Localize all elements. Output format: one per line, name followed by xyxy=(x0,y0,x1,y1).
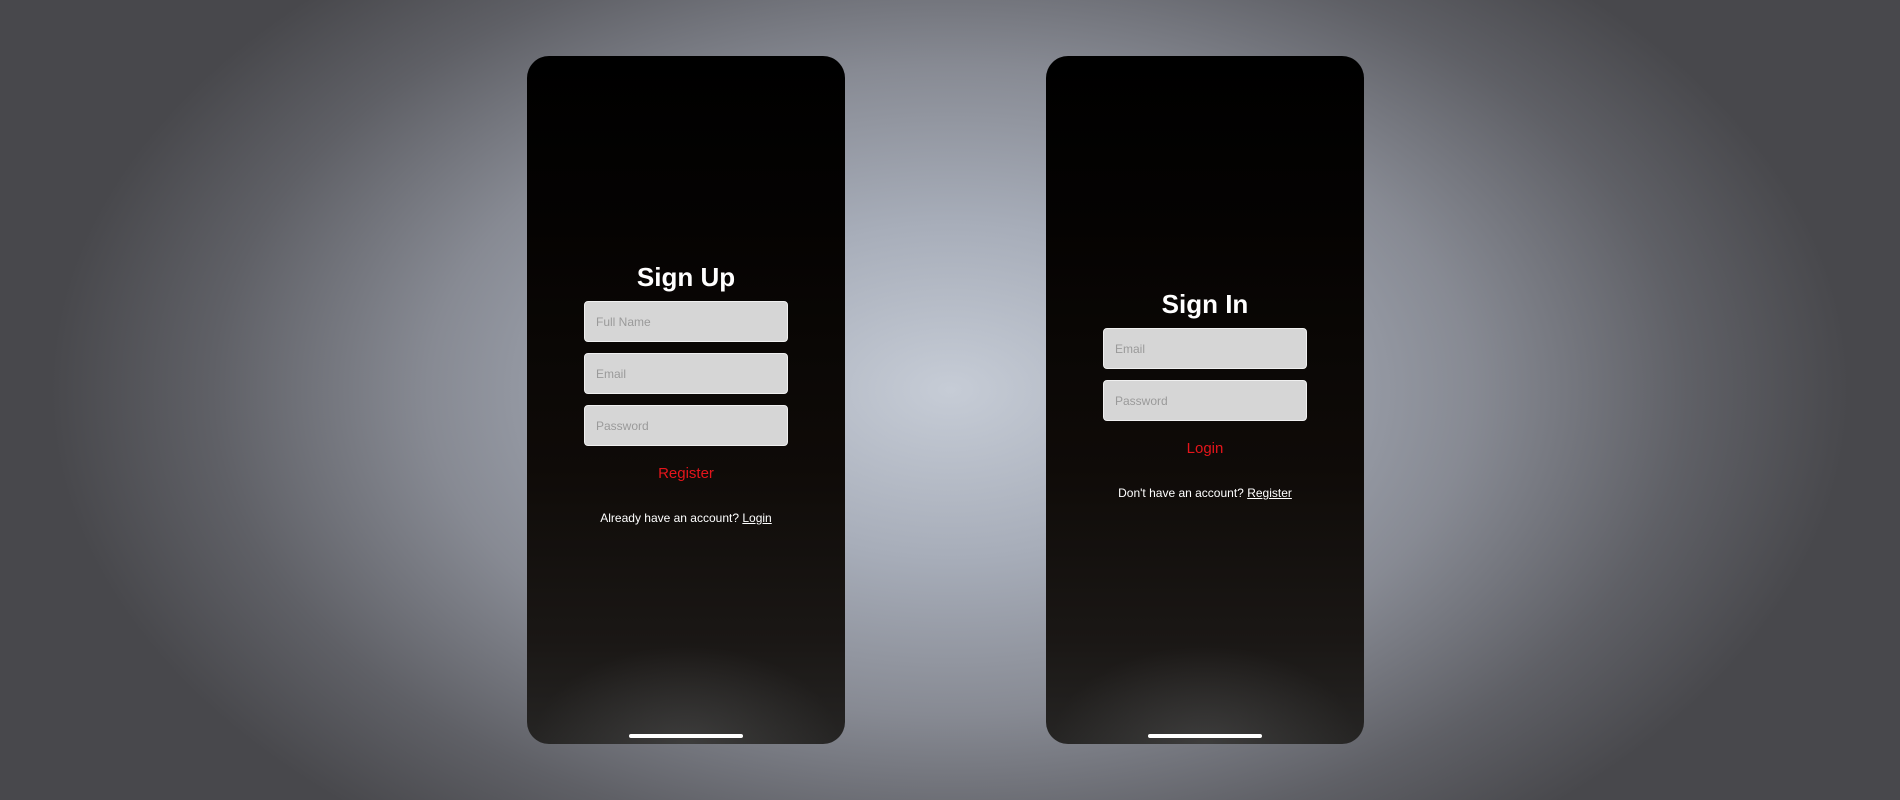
signin-screen: Sign In Login Don't have an account? Reg… xyxy=(1046,56,1364,744)
signup-switch-text: Already have an account? Login xyxy=(600,510,771,526)
login-link[interactable]: Login xyxy=(742,511,771,525)
signin-password-input[interactable] xyxy=(1103,380,1307,421)
signup-switch-prompt: Already have an account? xyxy=(600,511,740,525)
home-indicator xyxy=(1148,734,1262,738)
register-link[interactable]: Register xyxy=(1247,486,1292,500)
signup-email-input[interactable] xyxy=(584,353,788,394)
login-button[interactable]: Login xyxy=(1187,440,1224,458)
signin-title: Sign In xyxy=(1161,289,1249,319)
register-button[interactable]: Register xyxy=(658,465,714,483)
home-indicator xyxy=(629,734,743,738)
signin-form: Sign In Login Don't have an account? Reg… xyxy=(1046,289,1364,501)
signup-password-input[interactable] xyxy=(584,405,788,446)
signup-form: Sign Up Register Already have an account… xyxy=(527,262,845,526)
signin-switch-text: Don't have an account? Register xyxy=(1118,485,1292,501)
full-name-input[interactable] xyxy=(584,301,788,342)
signup-title: Sign Up xyxy=(636,262,736,292)
signin-switch-prompt: Don't have an account? xyxy=(1118,486,1244,500)
signup-screen: Sign Up Register Already have an account… xyxy=(527,56,845,744)
signin-email-input[interactable] xyxy=(1103,328,1307,369)
